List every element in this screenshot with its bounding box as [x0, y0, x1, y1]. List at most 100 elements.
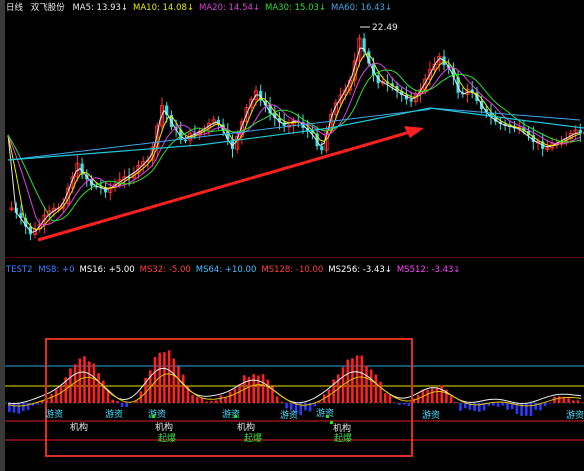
- histogram-bar: [40, 400, 44, 403]
- histogram-bar: [318, 401, 321, 403]
- period-label[interactable]: 日线: [6, 3, 23, 13]
- histogram-bar: [557, 396, 561, 403]
- indicator-name[interactable]: TEST2: [6, 265, 33, 275]
- histogram-bar: [59, 385, 63, 403]
- price-chart[interactable]: 22.49: [0, 0, 584, 258]
- histogram-bar: [351, 358, 354, 403]
- histogram-bar: [426, 389, 429, 403]
- histogram-bar: [567, 398, 570, 403]
- histogram-bar: [402, 403, 406, 405]
- signal-marker: [234, 415, 237, 418]
- label-youzi: 游资: [280, 409, 298, 421]
- candle-body: [409, 99, 413, 102]
- histogram-bar: [341, 367, 345, 403]
- histogram-bar: [468, 403, 472, 410]
- histogram-bar: [163, 352, 166, 403]
- histogram-bar: [388, 394, 392, 403]
- histogram-bar: [238, 384, 241, 403]
- histogram-bar: [384, 393, 387, 403]
- histogram-bar: [172, 358, 176, 403]
- panel-divider[interactable]: [5, 257, 584, 258]
- histogram-bar: [369, 369, 373, 403]
- histogram-bar: [186, 386, 190, 403]
- indicator-header: TEST2 MS8: +0 MS16: +5.00 MS32: -5.00 MS64:…: [6, 264, 471, 277]
- high-price-label: 22.49: [372, 23, 398, 33]
- histogram-bar: [487, 403, 490, 406]
- ma60-trend-line: [7, 107, 584, 161]
- ma-line-ma5: [7, 47, 581, 233]
- histogram-bar: [200, 397, 204, 403]
- histogram-bar: [449, 395, 453, 403]
- histogram-bar: [177, 366, 180, 403]
- histogram-bar: [294, 403, 298, 413]
- histogram-bar: [196, 397, 199, 403]
- histogram-bar: [205, 401, 208, 403]
- histogram-bar: [120, 403, 124, 407]
- label-youzi: 游资: [148, 408, 166, 420]
- histogram-bar: [496, 403, 500, 407]
- histogram-bar: [572, 400, 575, 403]
- histogram-bar: [219, 395, 223, 403]
- ma-readout-ma5: MA5: 13.93↓: [72, 3, 129, 13]
- histogram-bar: [379, 381, 382, 403]
- histogram-bar: [257, 375, 260, 403]
- histogram-bar: [243, 375, 246, 403]
- histogram-bar: [45, 400, 49, 403]
- ma-line-ma20: [7, 62, 581, 226]
- histogram-bar: [181, 374, 185, 403]
- label-jigou: 机构: [70, 421, 88, 433]
- histogram-bar: [266, 379, 270, 403]
- price-header: 日线 双飞股份 MA5: 13.93↓ MA10: 14.08↓ MA20: 14.…: [6, 2, 402, 15]
- trend-arrow: [37, 130, 411, 242]
- histogram-bar: [346, 359, 349, 403]
- histogram-bar: [482, 403, 486, 411]
- histogram-bar: [31, 403, 35, 406]
- histogram-bar: [73, 364, 77, 403]
- histogram-bar: [102, 380, 105, 403]
- ma-line-ma30: [7, 69, 581, 222]
- histogram-bar: [92, 363, 96, 403]
- histogram-bar: [125, 403, 129, 407]
- histogram-bar: [224, 397, 227, 403]
- label-jigou: 机构: [333, 422, 351, 434]
- histogram-bar: [17, 403, 20, 414]
- indicator-readout-ms64: MS64: +10.00: [195, 265, 257, 275]
- histogram-bar: [50, 394, 53, 403]
- label-youzi: 游资: [316, 407, 334, 419]
- histogram-bar: [459, 403, 462, 411]
- histogram-bar: [64, 377, 67, 403]
- histogram-bar: [421, 389, 425, 403]
- histogram-bar: [529, 403, 533, 417]
- label-youzi: 游资: [222, 408, 240, 420]
- histogram-bar: [228, 391, 232, 403]
- ma-readout-ma20: MA20: 14.54↓: [199, 3, 261, 13]
- histogram-bar: [501, 403, 505, 406]
- histogram-bar: [398, 403, 401, 405]
- signal-line-yellow: [7, 373, 582, 407]
- signal-marker: [326, 415, 329, 418]
- histogram-bar: [87, 361, 91, 403]
- histogram-bar: [106, 389, 110, 403]
- highlight-box: [45, 338, 413, 457]
- stock-chart-window: 22.49 游资 游资 游资 游资 游资 游资 游资 游资 机构 机构 机构 机构 起爆 起爆 起爆 日线 …: [0, 0, 584, 471]
- histogram-bar: [445, 389, 448, 403]
- histogram-bar: [167, 350, 171, 403]
- ma-readout-ma10: MA10: 14.08↓: [133, 3, 195, 13]
- histogram-bar: [261, 374, 265, 403]
- histogram-bar: [412, 398, 415, 403]
- histogram-bar: [8, 403, 11, 412]
- indicator-readout-ms128: MS128: -10.00: [261, 265, 324, 275]
- histogram-bar: [247, 376, 251, 403]
- histogram-bar: [374, 374, 378, 403]
- histogram-bar: [304, 403, 307, 411]
- histogram-bar: [139, 391, 143, 403]
- histogram-bar: [233, 388, 237, 403]
- candles: 22.49: [7, 23, 584, 242]
- histogram-bar: [327, 389, 331, 403]
- label-qibao: 起爆: [244, 432, 262, 444]
- histogram-bar: [275, 396, 279, 403]
- histogram-bar: [69, 368, 72, 403]
- histogram-bar: [332, 379, 335, 403]
- histogram-bar: [510, 403, 514, 410]
- histogram-bar: [26, 403, 30, 410]
